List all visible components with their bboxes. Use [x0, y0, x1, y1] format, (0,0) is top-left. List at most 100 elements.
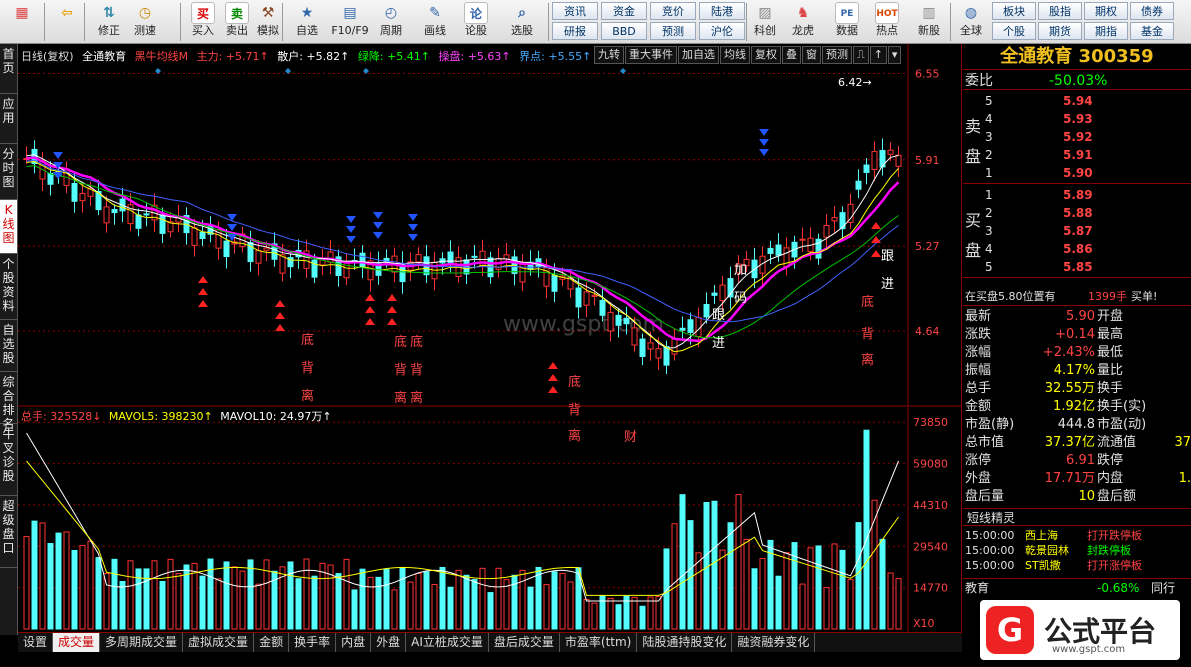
- candle[interactable]: [775, 233, 782, 262]
- sidebar-item[interactable]: 自选股: [0, 320, 17, 372]
- ask-level-row[interactable]: 3 5.92: [963, 128, 1191, 146]
- indicator-tab[interactable]: 外盘: [371, 633, 407, 652]
- quick-link-button[interactable]: 竞价: [650, 2, 696, 20]
- candle[interactable]: [319, 249, 326, 275]
- candle[interactable]: [895, 145, 902, 178]
- candle[interactable]: [519, 254, 526, 292]
- chart-tool-button[interactable]: 复权: [751, 46, 781, 64]
- new-stock-button[interactable]: ▥ 新股: [912, 2, 946, 42]
- indicator-tab[interactable]: 融资融券变化: [732, 633, 816, 652]
- candle[interactable]: [327, 240, 334, 275]
- market-link-button[interactable]: 个股: [992, 22, 1036, 40]
- candle[interactable]: [303, 239, 310, 278]
- candle[interactable]: [863, 158, 870, 185]
- candle[interactable]: [431, 251, 438, 291]
- market-link-button[interactable]: 基金: [1130, 22, 1174, 40]
- event-marker[interactable]: [620, 68, 626, 74]
- sidebar-item[interactable]: 首页: [0, 44, 17, 94]
- candle[interactable]: [871, 141, 878, 182]
- sidebar-item[interactable]: 分时图: [0, 144, 17, 200]
- candle[interactable]: [639, 333, 646, 366]
- indicator-tab[interactable]: 盘后成交量: [489, 633, 560, 652]
- big-order-notice[interactable]: 在买盘5.80位置有 1399手 买单!: [963, 288, 1191, 306]
- quick-link-button[interactable]: 研报: [552, 22, 598, 40]
- indicator-tab[interactable]: 金额: [254, 633, 290, 652]
- candle[interactable]: [839, 206, 846, 240]
- sidebar-item[interactable]: 个股资料: [0, 254, 17, 320]
- indicator-tab[interactable]: 陆股通持股变化: [637, 633, 733, 652]
- indicator-tab[interactable]: 多周期成交量: [100, 633, 184, 652]
- event-marker[interactable]: [155, 68, 161, 74]
- quick-link-button[interactable]: 沪伦: [699, 22, 745, 40]
- sidebar-item[interactable]: 牛叉诊股: [0, 424, 17, 496]
- ask-level-row[interactable]: 5 5.94: [963, 92, 1191, 110]
- candle[interactable]: [183, 207, 190, 245]
- hot-button[interactable]: HOT 热点: [870, 2, 904, 42]
- candle[interactable]: [719, 275, 726, 313]
- candle[interactable]: [815, 233, 822, 265]
- chart-tool-button[interactable]: 窗: [802, 46, 821, 64]
- chart-tool-button[interactable]: 叠: [782, 46, 801, 64]
- news-row[interactable]: 15:00:00 乾景园林 封跌停板: [963, 543, 1191, 558]
- dropdown-icon[interactable]: ▾: [887, 46, 902, 64]
- back-button[interactable]: ⇦: [52, 2, 82, 42]
- indicator-tab[interactable]: 内盘: [336, 633, 372, 652]
- candle[interactable]: [679, 316, 686, 341]
- candle[interactable]: [471, 245, 478, 269]
- chart-tool-button[interactable]: 预测: [822, 46, 852, 64]
- quick-link-button[interactable]: 资金: [601, 2, 647, 20]
- indicator-tab[interactable]: 市盈率(ttm): [560, 633, 638, 652]
- kline-chart-area[interactable]: 6.55 5.91 5.27 4.64 73850 59080 44310 29540 1477…: [18, 44, 962, 635]
- data-button[interactable]: PE 数据: [830, 2, 864, 42]
- quick-link-button[interactable]: 资讯: [552, 2, 598, 20]
- candle[interactable]: [727, 266, 734, 309]
- lock-icon[interactable]: ⎍: [853, 46, 869, 64]
- candle[interactable]: [887, 142, 894, 162]
- candle[interactable]: [671, 328, 678, 361]
- bid-level-row[interactable]: 2 5.88: [963, 204, 1191, 222]
- sidebar-item[interactable]: 超级盘口: [0, 496, 17, 568]
- watchlist-button[interactable]: ★ 自选: [288, 2, 326, 42]
- bid-level-row[interactable]: 3 5.87: [963, 222, 1191, 240]
- simulate-button[interactable]: ⚒ 模拟: [252, 2, 284, 42]
- draw-button[interactable]: ✎ 画线: [416, 2, 454, 42]
- market-link-button[interactable]: 期货: [1038, 22, 1082, 40]
- home-button[interactable]: ▦: [4, 2, 40, 42]
- candle[interactable]: [479, 239, 486, 277]
- ask-level-row[interactable]: 1 5.90: [963, 164, 1191, 182]
- candlesticks[interactable]: [23, 138, 902, 375]
- chart-tool-button[interactable]: 九转: [594, 46, 624, 64]
- chart-tool-button[interactable]: 加自选: [678, 46, 719, 64]
- bid-level-row[interactable]: 5 5.85: [963, 258, 1191, 276]
- quick-link-button[interactable]: 预测: [650, 22, 696, 40]
- stock-picker-button[interactable]: ⌕ 选股: [504, 2, 540, 42]
- candle[interactable]: [111, 204, 118, 225]
- indicator-name[interactable]: 黑牛均线M: [135, 50, 189, 63]
- buy-button[interactable]: 买买入: [188, 2, 218, 42]
- candle[interactable]: [287, 252, 294, 279]
- dragon-tiger-button[interactable]: ♞ 龙虎: [786, 2, 820, 42]
- quick-link-button[interactable]: BBD: [601, 22, 647, 40]
- candle[interactable]: [879, 138, 886, 176]
- market-link-button[interactable]: 股指: [1038, 2, 1082, 20]
- period-button[interactable]: ◴ 周期: [372, 2, 410, 42]
- sector-row[interactable]: 教育 -0.68% 同行: [963, 578, 1191, 596]
- event-marker[interactable]: [285, 68, 291, 74]
- news-row[interactable]: 15:00:00 西上海 打开跌停板: [963, 528, 1191, 543]
- sidebar-item[interactable]: K线图: [0, 200, 17, 254]
- indicator-tab[interactable]: AI立桩成交量: [406, 633, 489, 652]
- f10-button[interactable]: ▤ F10/F9: [330, 2, 370, 42]
- candle[interactable]: [823, 214, 830, 248]
- stock-forum-button[interactable]: 论论股: [458, 2, 494, 42]
- sidebar-item[interactable]: 应用: [0, 94, 17, 144]
- candle[interactable]: [655, 337, 662, 370]
- ask-level-row[interactable]: 2 5.91: [963, 146, 1191, 164]
- sell-button[interactable]: 卖卖出: [222, 2, 252, 42]
- candle[interactable]: [831, 206, 838, 234]
- sidebar-item[interactable]: 综合排名: [0, 372, 17, 431]
- bid-level-row[interactable]: 1 5.89: [963, 186, 1191, 204]
- kline-chart-svg[interactable]: 6.55 5.91 5.27 4.64 73850 59080 44310 29540 1477…: [18, 44, 962, 635]
- indicator-tab[interactable]: 虚拟成交量: [183, 633, 255, 652]
- bid-level-row[interactable]: 4 5.86: [963, 240, 1191, 258]
- candle[interactable]: [711, 285, 718, 305]
